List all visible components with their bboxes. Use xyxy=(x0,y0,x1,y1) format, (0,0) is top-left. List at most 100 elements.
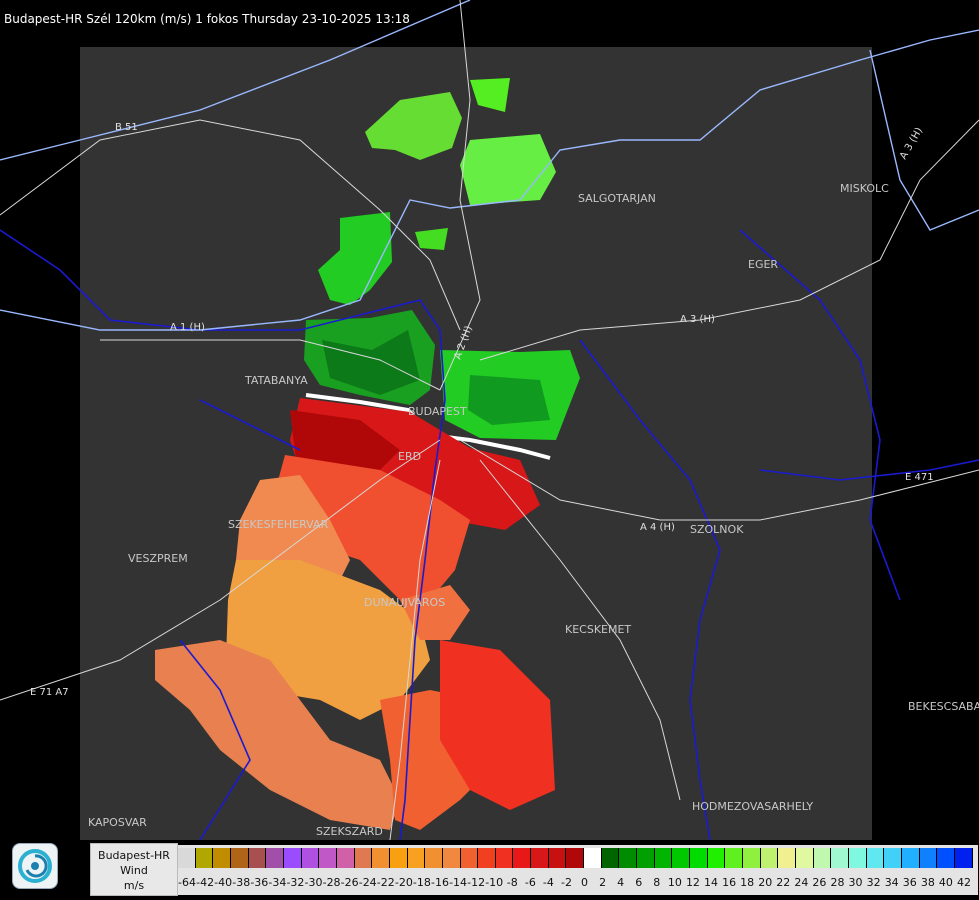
legend-swatch xyxy=(795,848,814,868)
legend-tick-label: -42 xyxy=(196,876,215,889)
legend-swatch xyxy=(513,848,532,868)
legend-swatch xyxy=(919,848,938,868)
legend-swatch xyxy=(248,848,267,868)
legend-tick-label: -28 xyxy=(322,876,341,889)
legend-swatch xyxy=(601,848,620,868)
city-label: KAPOSVAR xyxy=(88,816,147,829)
city-label: BUDAPEST xyxy=(408,405,467,418)
city-label: MISKOLC xyxy=(840,182,889,195)
legend-swatch xyxy=(407,848,426,868)
legend-tick-label: 38 xyxy=(920,876,935,889)
legend-swatch xyxy=(866,848,885,868)
legend-swatch xyxy=(283,848,302,868)
legend-tick-label: -12 xyxy=(467,876,486,889)
city-label: HODMEZOVASARHELY xyxy=(692,800,813,813)
weather-service-logo xyxy=(12,843,58,889)
legend-swatch xyxy=(442,848,461,868)
legend-tick-label: 30 xyxy=(848,876,863,889)
legend-swatch xyxy=(954,848,973,868)
legend-swatch xyxy=(336,848,355,868)
legend-swatch xyxy=(266,848,284,868)
legend-swatch xyxy=(672,848,691,868)
legend-tick-label: 24 xyxy=(794,876,809,889)
svg-text:B 51: B 51 xyxy=(115,122,138,133)
legend-tick-label: 28 xyxy=(830,876,845,889)
legend-swatch xyxy=(548,848,567,868)
legend-label-box: Budapest-HR Wind m/s xyxy=(90,843,178,896)
svg-text:A 3 (H): A 3 (H) xyxy=(680,314,715,325)
legend-tick-label: 14 xyxy=(704,876,718,889)
legend-swatch xyxy=(901,848,920,868)
legend-swatch xyxy=(195,848,214,868)
legend-swatch xyxy=(372,848,390,868)
legend-swatch xyxy=(831,848,849,868)
legend-tick-label: -14 xyxy=(449,876,468,889)
legend-swatch xyxy=(495,848,514,868)
legend-tick-label: -18 xyxy=(412,876,431,889)
legend-tick-label: 10 xyxy=(667,876,682,889)
city-label: SZOLNOK xyxy=(690,523,744,536)
city-label: DUNAUJVAROS xyxy=(364,596,445,609)
legend-swatch xyxy=(230,848,249,868)
city-label: SZEKESFEHERVAR xyxy=(228,518,329,531)
legend-tick-label: -24 xyxy=(358,876,377,889)
legend-tick-label: 4 xyxy=(617,876,625,889)
svg-text:E 471: E 471 xyxy=(905,472,934,483)
city-label: VESZPREM xyxy=(128,552,188,565)
svg-text:A 1 (H): A 1 (H) xyxy=(170,322,205,333)
svg-text:A 4 (H): A 4 (H) xyxy=(640,522,675,533)
legend-tick-label: 16 xyxy=(722,876,737,889)
legend-swatch xyxy=(566,848,585,868)
legend-swatch xyxy=(725,848,743,868)
legend-swatch xyxy=(213,848,231,868)
legend-tick-label: -38 xyxy=(232,876,251,889)
legend-tick-label: -40 xyxy=(214,876,233,889)
city-label: KECSKEMET xyxy=(565,623,631,636)
legend-tick-label: 20 xyxy=(758,876,773,889)
legend-swatch xyxy=(178,848,196,868)
legend-unit: m/s xyxy=(123,879,145,892)
legend-swatch xyxy=(301,848,320,868)
legend-tick-label: -6 xyxy=(524,876,536,889)
legend-swatch xyxy=(760,848,779,868)
city-label: SZEKSZARD xyxy=(316,825,383,838)
legend-station: Budapest-HR xyxy=(98,849,170,862)
legend-tick-label: -22 xyxy=(376,876,395,889)
legend-swatch xyxy=(354,848,373,868)
legend-tick-label: -2 xyxy=(560,876,572,889)
map-title: Budapest-HR Szél 120km (m/s) 1 fokos Thu… xyxy=(4,12,410,26)
legend-tick-label: 8 xyxy=(653,876,661,889)
legend-swatch xyxy=(389,848,408,868)
legend-swatch xyxy=(478,848,496,868)
radar-map: B 51 A 1 (H) A 2 (H) A 3 (H) A 4 (H) E 4… xyxy=(0,0,979,840)
legend-tick-label: 36 xyxy=(902,876,917,889)
legend-swatch xyxy=(778,848,796,868)
legend-tick-label: 12 xyxy=(685,876,700,889)
legend-tick-label: 40 xyxy=(938,876,953,889)
legend-swatch xyxy=(743,848,761,868)
legend-swatch xyxy=(707,848,726,868)
legend-tick-label: -26 xyxy=(340,876,359,889)
svg-text:E 71 A7: E 71 A7 xyxy=(30,687,69,698)
legend-tick-label: -30 xyxy=(304,876,323,889)
legend-tick-label: 0 xyxy=(581,876,589,889)
legend-swatch xyxy=(884,848,902,868)
legend-product: Wind xyxy=(120,864,148,877)
legend-tick-label: -36 xyxy=(250,876,269,889)
legend-tick-label: -64 xyxy=(178,876,197,889)
legend-swatch xyxy=(813,848,832,868)
legend-swatch xyxy=(654,848,673,868)
legend-tick-label: -10 xyxy=(485,876,504,889)
legend-swatch xyxy=(637,848,655,868)
city-label: ERD xyxy=(398,450,421,463)
legend-swatch xyxy=(937,848,955,868)
legend-swatch xyxy=(460,848,479,868)
legend-swatch xyxy=(584,848,602,868)
swirl-icon xyxy=(18,849,52,883)
legend-tick-label: -32 xyxy=(286,876,305,889)
city-label: EGER xyxy=(748,258,778,271)
city-label: TATABANYA xyxy=(244,374,308,387)
legend-tick-label: 26 xyxy=(812,876,827,889)
legend-color-scale xyxy=(178,848,973,868)
legend-tick-label: 2 xyxy=(599,876,607,889)
